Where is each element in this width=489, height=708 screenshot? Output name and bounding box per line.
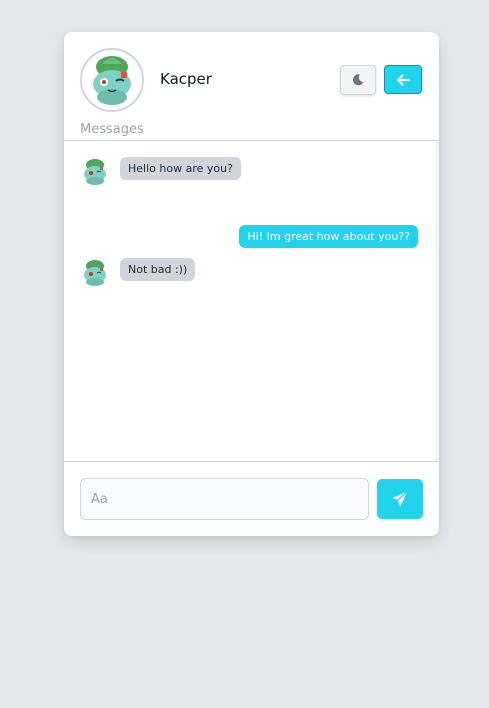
incoming-message: Hello how are you? xyxy=(120,157,241,180)
bulbasaur-avatar-icon xyxy=(82,50,142,110)
outgoing-message: Hi! Im great how about you?? xyxy=(239,225,418,248)
theme-toggle-button[interactable] xyxy=(340,65,376,95)
scrollbar[interactable] xyxy=(436,141,439,461)
message-row: Hi! Im great how about you?? xyxy=(64,225,436,257)
contact-avatar xyxy=(80,48,144,112)
send-button[interactable] xyxy=(377,479,423,519)
sender-avatar xyxy=(80,156,110,186)
contact-name: Kacper xyxy=(160,70,212,88)
message-list[interactable]: Hello how are you? Hi! Im great how abou… xyxy=(64,141,436,461)
message-row: Not bad :)) xyxy=(64,257,436,289)
bulbasaur-avatar-icon xyxy=(84,260,106,286)
chat-window: Kacper Messages Hello how are you? Hi! I… xyxy=(64,32,439,536)
arrow-left-icon xyxy=(397,74,410,85)
incoming-message: Not bad :)) xyxy=(120,258,196,281)
sender-avatar xyxy=(80,257,110,287)
chat-header: Kacper Messages xyxy=(64,32,439,140)
bulbasaur-avatar-icon xyxy=(84,159,106,185)
message-row: Hello how are you? xyxy=(64,156,436,188)
message-input[interactable] xyxy=(80,478,369,520)
moon-icon xyxy=(352,74,364,86)
back-button[interactable] xyxy=(384,65,422,94)
messages-section-label: Messages xyxy=(80,122,144,137)
paper-plane-icon xyxy=(392,491,408,507)
composer-divider xyxy=(64,461,439,462)
